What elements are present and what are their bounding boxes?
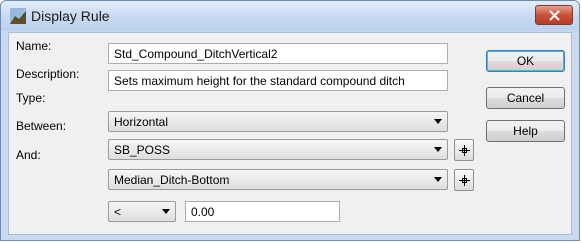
between-label: Between: [16,119,67,133]
chevron-down-icon [434,147,442,152]
crosshair-pick-icon [459,145,470,156]
display-rule-dialog: Display Rule Name: Std_Compound_DitchVer… [0,0,580,241]
road-profile-icon [9,7,27,25]
chevron-down-icon [434,177,442,182]
operator-value: < [114,205,122,219]
operator-dropdown[interactable]: < [108,201,176,222]
and-pick-button[interactable] [454,169,474,191]
window-title: Display Rule [31,8,110,24]
type-label: Type: [16,91,46,105]
between-dropdown[interactable]: SB_POSS [108,139,448,160]
threshold-field[interactable]: 0.00 [185,201,340,222]
chevron-down-icon [162,209,170,214]
name-field[interactable]: Std_Compound_DitchVertical2 [108,43,448,64]
name-label: Name: [16,39,52,53]
ok-button[interactable]: OK [486,50,565,72]
type-dropdown[interactable]: Horizontal [108,111,448,132]
crosshair-pick-icon [459,175,470,186]
cancel-button[interactable]: Cancel [486,87,565,109]
help-button[interactable]: Help [486,120,565,142]
and-dropdown[interactable]: Median_Ditch-Bottom [108,169,448,190]
close-button[interactable] [535,5,573,25]
description-label: Description: [16,67,80,81]
dialog-body: Name: Std_Compound_DitchVertical2 Descri… [8,32,572,235]
title-bar: Display Rule [1,1,579,31]
and-value: Median_Ditch-Bottom [114,173,230,187]
between-value: SB_POSS [114,143,171,157]
type-value: Horizontal [114,115,169,129]
description-field[interactable]: Sets maximum height for the standard com… [108,70,448,91]
close-icon [549,10,560,21]
between-pick-button[interactable] [454,139,474,161]
chevron-down-icon [434,119,442,124]
and-label: And: [16,148,41,162]
